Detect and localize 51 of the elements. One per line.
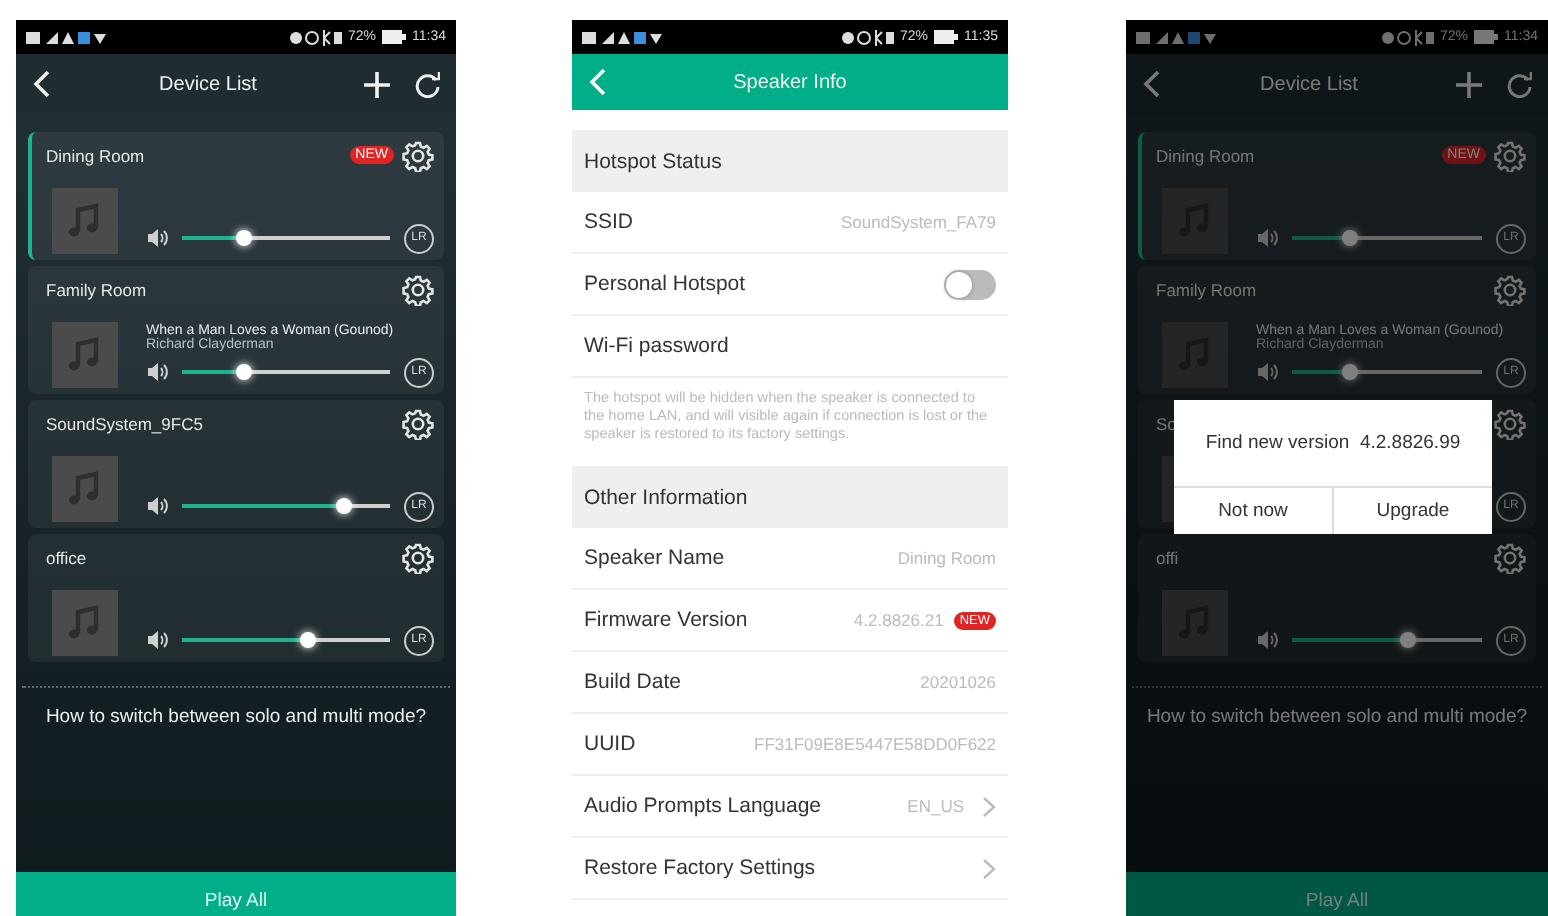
battery-icon bbox=[934, 30, 958, 44]
battery-icon bbox=[382, 30, 406, 44]
screen-title: Speaker Info bbox=[731, 71, 849, 93]
status-icons-drawing bbox=[1381, 29, 1434, 45]
row-label: Speaker Name bbox=[584, 546, 725, 571]
settings-icon[interactable] bbox=[402, 541, 434, 573]
speaker-icon[interactable] bbox=[146, 630, 168, 650]
status-icons-drawing bbox=[841, 29, 894, 45]
row-label: Personal Hotspot bbox=[584, 272, 746, 296]
row-value: Dining Room bbox=[897, 548, 996, 569]
device-name: Family Room bbox=[46, 279, 147, 299]
help-link[interactable]: How to switch between solo and multi mode? bbox=[22, 686, 450, 728]
battery-icon bbox=[1474, 30, 1498, 44]
refresh-icon[interactable] bbox=[414, 71, 440, 97]
row-value: 4.2.8826.21 bbox=[853, 610, 944, 631]
section-header: Other Information bbox=[572, 466, 1008, 529]
settings-icon[interactable] bbox=[402, 273, 434, 305]
device-name: Family Room bbox=[1156, 279, 1257, 299]
section-header: Hotspot Status bbox=[572, 130, 1008, 192]
device-name: SoundSystem_9FC5 bbox=[46, 413, 203, 433]
screen-title: Device List bbox=[157, 73, 259, 95]
row-label: Wi-Fi password bbox=[584, 334, 729, 358]
speaker-icon[interactable] bbox=[146, 228, 168, 248]
row-label: Restore Factory Settings bbox=[584, 856, 816, 881]
row-value: SoundSystem_FA79 bbox=[841, 212, 996, 232]
plus-icon[interactable] bbox=[364, 71, 390, 97]
row-value: 20201026 bbox=[920, 672, 996, 693]
speaker-icon[interactable] bbox=[146, 496, 168, 516]
row-label: Firmware Version bbox=[584, 608, 748, 633]
device-name: Dining Room bbox=[1156, 145, 1255, 165]
settings-icon[interactable] bbox=[402, 407, 434, 439]
status-icons-drawing bbox=[582, 29, 662, 45]
settings-icon[interactable] bbox=[402, 139, 434, 171]
row-label: SSID bbox=[584, 210, 634, 234]
row-label: UUID bbox=[584, 732, 636, 757]
dialog-message: Find new version 4.2.8826.99 bbox=[1203, 430, 1463, 458]
speaker-icon[interactable] bbox=[146, 362, 168, 382]
status-icons-drawing bbox=[289, 29, 342, 45]
row-value: FF31F09E8E5447E58DD0F622 bbox=[754, 734, 996, 755]
status-icons-drawing bbox=[26, 29, 106, 45]
device-name: office bbox=[46, 547, 87, 567]
hotspot-toggle[interactable] bbox=[944, 269, 996, 299]
status-icons-drawing bbox=[1136, 29, 1216, 45]
row-label: Audio Prompts Language bbox=[584, 794, 821, 819]
device-name: Dining Room bbox=[46, 145, 145, 165]
help-link[interactable]: How to switch between solo and multi mode? bbox=[1132, 686, 1542, 728]
screen-title: Device List bbox=[1258, 73, 1360, 95]
device-name: offi bbox=[1156, 547, 1179, 567]
row-value: EN_US bbox=[907, 796, 964, 817]
row-label: Build Date bbox=[584, 670, 681, 695]
back-icon[interactable] bbox=[32, 70, 52, 98]
